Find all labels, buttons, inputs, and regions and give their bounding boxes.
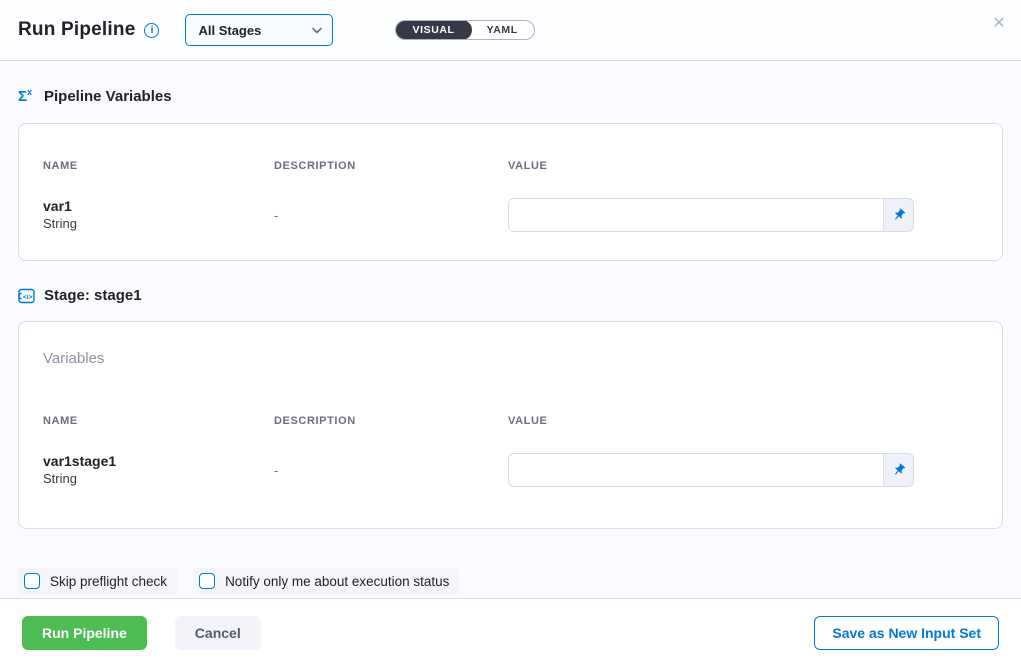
section-title: Stage: stage1 [44,287,142,304]
pin-icon [889,205,909,225]
stage-select-dropdown[interactable]: All Stages [185,14,333,46]
var1-value-input[interactable] [509,199,883,231]
variable-type: String [43,215,274,232]
card-title: Variables [43,350,978,367]
run-pipeline-button[interactable]: Run Pipeline [22,616,147,650]
notify-me-checkbox[interactable] [199,573,215,589]
execution-options: Skip preflight check Notify only me abou… [18,568,1003,594]
notify-me-option[interactable]: Notify only me about execution status [193,568,459,594]
table-row: var1stage1 String - [43,453,978,487]
table-header-row: NAME DESCRIPTION VALUE [43,160,978,172]
run-pipeline-modal: Run Pipeline i All Stages VISUAL YAML ✕ … [0,0,1021,667]
pipeline-variables-heading: Σx Pipeline Variables [18,87,1003,106]
variable-name: var1 [43,198,274,215]
tab-yaml[interactable]: YAML [471,21,534,39]
column-header-name: NAME [43,415,274,427]
skip-preflight-option[interactable]: Skip preflight check [18,568,177,594]
column-header-description: DESCRIPTION [274,160,508,172]
variable-type: String [43,470,274,487]
stage-select-value: All Stages [198,23,312,38]
table-row: var1 String - [43,198,978,232]
modal-body: Σx Pipeline Variables NAME DESCRIPTION V… [0,61,1021,599]
column-header-description: DESCRIPTION [274,415,508,427]
pipeline-variables-table: NAME DESCRIPTION VALUE var1 String - [43,160,978,232]
skip-preflight-checkbox[interactable] [24,573,40,589]
info-icon[interactable]: i [144,23,159,38]
sigma-variables-icon: Σx [18,87,40,106]
page-title: Run Pipeline [18,19,135,41]
stage-variables-card: Variables NAME DESCRIPTION VALUE var1sta… [18,321,1003,529]
custom-stage-icon: <i> [18,288,40,304]
var1stage1-value-input[interactable] [509,454,883,486]
variable-value-input-group [508,453,914,487]
tab-visual[interactable]: VISUAL [395,20,471,40]
pin-input-type-button[interactable] [883,454,913,486]
variable-value-input-group [508,198,914,232]
svg-text:<i>: <i> [23,293,33,300]
variable-description: - [274,208,508,223]
pin-icon [889,460,909,480]
save-as-new-input-set-button[interactable]: Save as New Input Set [814,616,999,650]
modal-footer: Run Pipeline Cancel Save as New Input Se… [0,599,1021,667]
close-icon[interactable]: ✕ [989,14,1009,34]
visual-yaml-toggle: VISUAL YAML [395,20,534,40]
table-header-row: NAME DESCRIPTION VALUE [43,415,978,427]
variable-name: var1stage1 [43,453,274,470]
notify-me-label: Notify only me about execution status [225,574,449,589]
column-header-name: NAME [43,160,274,172]
chevron-down-icon [312,27,322,34]
column-header-value: VALUE [508,160,914,172]
modal-header: Run Pipeline i All Stages VISUAL YAML ✕ [0,0,1021,61]
cancel-button[interactable]: Cancel [175,616,261,650]
section-title: Pipeline Variables [44,88,172,105]
pin-input-type-button[interactable] [883,199,913,231]
stage-variables-table: NAME DESCRIPTION VALUE var1stage1 String… [43,415,978,487]
column-header-value: VALUE [508,415,914,427]
stage-heading: <i> Stage: stage1 [18,287,1003,304]
skip-preflight-label: Skip preflight check [50,574,167,589]
pipeline-variables-card: NAME DESCRIPTION VALUE var1 String - [18,123,1003,261]
variable-description: - [274,463,508,478]
